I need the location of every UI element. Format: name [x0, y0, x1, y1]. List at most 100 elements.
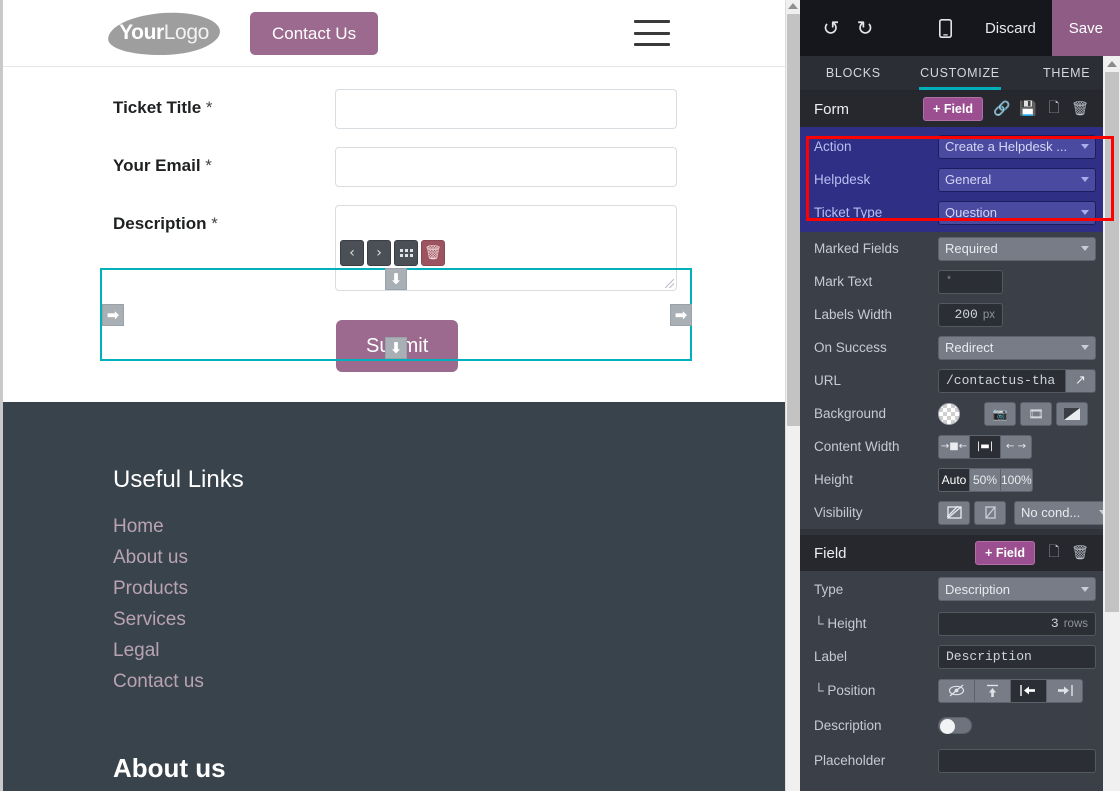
prev-icon[interactable]: ‹ — [340, 240, 364, 266]
narrow-icon[interactable]: →■← — [938, 435, 970, 459]
hidden-icon[interactable] — [974, 501, 1006, 525]
footer-link-list: Home About us Products Services Legal Co… — [113, 516, 785, 693]
editor-scrollbar[interactable] — [1103, 56, 1120, 791]
trash-icon[interactable]: 🗑 — [421, 240, 445, 266]
save-disk-icon[interactable]: 💾 — [1015, 97, 1041, 121]
duplicate-icon[interactable]: 🗋 — [1041, 541, 1067, 565]
editor-scrollbar-thumb[interactable] — [1105, 72, 1119, 612]
input-your-email[interactable] — [335, 147, 677, 187]
video-icon[interactable]: 🎞 — [1020, 402, 1052, 426]
save-button[interactable]: Save — [1052, 0, 1120, 56]
resize-grip-icon[interactable] — [665, 279, 674, 288]
visible-icon-svg — [947, 506, 962, 519]
input-field-label[interactable]: Description — [938, 645, 1096, 669]
label-field-position: └ Position — [814, 683, 938, 698]
select-field-type-value: Description — [945, 582, 1076, 597]
input-url[interactable]: /contactus-tha ↗ — [938, 369, 1096, 393]
label-top-icon-svg — [984, 684, 1001, 698]
select-helpdesk[interactable]: General — [938, 168, 1096, 192]
select-ticket-type[interactable]: Question — [938, 201, 1096, 225]
tab-blocks[interactable]: BLOCKS — [800, 56, 907, 90]
form-add-field-button[interactable]: + Field — [923, 97, 983, 121]
height-option-50[interactable]: 50% — [969, 468, 1001, 492]
input-field-height[interactable]: 3 rows — [938, 612, 1096, 636]
row-on-success: On Success Redirect — [800, 331, 1103, 364]
tab-customize[interactable]: CUSTOMIZE — [907, 56, 1014, 90]
chevron-down-icon — [1081, 177, 1089, 182]
input-field-height-value: 3 — [1051, 616, 1059, 631]
arrow-down-icon[interactable]: ⬇ — [385, 268, 407, 290]
field-add-field-button[interactable]: + Field — [975, 541, 1035, 565]
hamburger-bar — [634, 32, 670, 35]
external-link-icon[interactable]: ↗ — [1065, 370, 1095, 392]
footer-link-services[interactable]: Services — [113, 609, 186, 631]
duplicate-icon[interactable]: 🗋 — [1041, 97, 1067, 121]
height-option-100[interactable]: 100% — [1000, 468, 1033, 492]
scroll-up-arrow-icon[interactable] — [788, 3, 798, 9]
row-background: Background 📷 🎞 — [800, 397, 1103, 430]
block-editor-toolbar: ‹ › 🗑 — [340, 240, 445, 266]
position-buttons — [938, 679, 1083, 703]
trash-icon[interactable]: 🗑 — [1067, 541, 1093, 565]
normal-icon[interactable]: |▬| — [969, 435, 1001, 459]
arrow-down-icon[interactable]: ⬇ — [385, 337, 407, 359]
background-type-buttons: 📷 🎞 — [984, 402, 1088, 426]
row-action: Action Create a Helpdesk ... — [800, 130, 1103, 163]
preview-page: YourLogo Contact Us Ticket Title * — [3, 0, 785, 791]
visible-icon[interactable] — [938, 501, 970, 525]
input-labels-width[interactable]: 200 px — [938, 303, 1003, 327]
label-left-icon[interactable] — [1010, 679, 1047, 703]
label-top-icon[interactable] — [974, 679, 1011, 703]
input-field-placeholder[interactable] — [938, 749, 1096, 773]
toggle-field-description[interactable] — [938, 717, 972, 734]
transparent-swatch[interactable] — [938, 403, 960, 425]
input-ticket-title[interactable] — [335, 89, 677, 129]
footer-link-about-us[interactable]: About us — [113, 547, 188, 569]
site-form-body: Ticket Title * Your Email * Description — [3, 67, 785, 402]
scroll-up-arrow-icon[interactable] — [1107, 61, 1117, 67]
input-mark-text[interactable]: * — [938, 270, 1003, 294]
hamburger-icon[interactable] — [634, 20, 670, 46]
discard-button[interactable]: Discard — [969, 0, 1052, 56]
undo-icon[interactable]: ↺ — [814, 11, 848, 45]
trash-icon[interactable]: 🗑 — [1067, 97, 1093, 121]
visibility-buttons — [938, 501, 1006, 525]
label-right-icon[interactable] — [1046, 679, 1083, 703]
preview-scrollbar[interactable] — [785, 0, 800, 791]
site-logo[interactable]: YourLogo — [108, 9, 220, 57]
camera-icon[interactable]: 📷 — [984, 402, 1016, 426]
next-icon[interactable]: › — [367, 240, 391, 266]
mobile-preview-icon[interactable] — [929, 11, 963, 45]
select-marked-fields[interactable]: Required — [938, 237, 1096, 261]
input-field-label-value: Description — [946, 649, 1032, 664]
unit-px: px — [983, 309, 995, 321]
logo-text: YourLogo — [108, 9, 220, 57]
row-field-description: Description — [800, 708, 1103, 743]
select-marked-fields-value: Required — [945, 241, 1076, 256]
form-row-your-email: Your Email * — [3, 147, 785, 187]
select-field-type[interactable]: Description — [938, 577, 1096, 601]
preview-scrollbar-thumb[interactable] — [787, 14, 800, 426]
contact-us-button[interactable]: Contact Us — [250, 12, 378, 55]
grid-icon[interactable] — [394, 240, 418, 266]
arrow-right-icon[interactable]: ➡ — [670, 304, 692, 326]
footer-link-contact-us[interactable]: Contact us — [113, 671, 204, 693]
redo-icon[interactable]: ↻ — [848, 11, 882, 45]
full-width-icon[interactable]: ← → — [1000, 435, 1032, 459]
hidden-label-icon[interactable] — [938, 679, 975, 703]
footer-link-products[interactable]: Products — [113, 578, 188, 600]
label-content-width: Content Width — [814, 439, 938, 454]
label-height: Height — [814, 472, 938, 487]
select-on-success[interactable]: Redirect — [938, 336, 1096, 360]
arrow-right-icon[interactable]: ➡ — [102, 304, 124, 326]
select-visibility-condition[interactable]: No cond... — [1014, 501, 1114, 525]
height-buttons: Auto 50% 100% — [938, 468, 1033, 492]
link-icon[interactable]: 🔗 — [989, 97, 1015, 121]
control-content-width: →■← |▬| ← → — [938, 435, 1093, 459]
label-right-icon-svg — [1055, 684, 1074, 697]
gradient-icon[interactable] — [1056, 402, 1088, 426]
select-action[interactable]: Create a Helpdesk ... — [938, 135, 1096, 159]
footer-link-legal[interactable]: Legal — [113, 640, 160, 662]
footer-link-home[interactable]: Home — [113, 516, 164, 538]
height-option-auto[interactable]: Auto — [938, 468, 970, 492]
